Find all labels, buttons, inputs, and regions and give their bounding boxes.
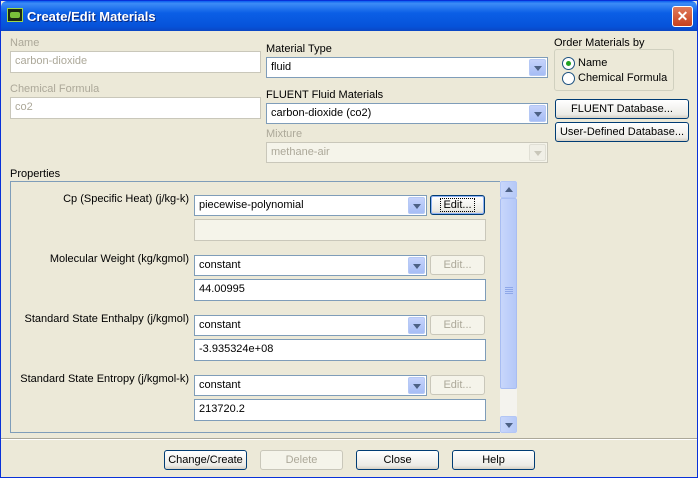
fluent-fluid-materials-label: FLUENT Fluid Materials xyxy=(266,89,384,101)
chevron-down-icon[interactable] xyxy=(529,144,546,161)
property-label: Standard State Entropy (j/kgmol-k) xyxy=(20,373,189,385)
properties-panel: Cp (Specific Heat) (j/kg-k) piecewise-po… xyxy=(10,181,516,433)
cp-method-value: piecewise-polynomial xyxy=(199,199,304,211)
enthalpy-field[interactable]: -3.935324e+08 xyxy=(194,339,486,361)
enthalpy-edit-button[interactable]: Edit... xyxy=(430,315,485,335)
material-type-value: fluid xyxy=(271,61,292,73)
molecular-weight-method-value: constant xyxy=(199,259,241,271)
scroll-up-icon[interactable] xyxy=(500,181,517,198)
order-by-formula-radio[interactable] xyxy=(562,72,575,85)
chevron-down-icon[interactable] xyxy=(408,197,425,214)
change-create-button[interactable]: Change/Create xyxy=(164,450,247,470)
order-materials-by-label: Order Materials by xyxy=(554,37,645,49)
molecular-weight-method-select[interactable]: constant xyxy=(194,255,427,276)
mixture-select[interactable]: methane-air xyxy=(266,142,548,163)
close-window-button[interactable]: ✕ xyxy=(672,6,693,27)
user-defined-database-button[interactable]: User-Defined Database... xyxy=(555,122,689,142)
molecular-weight-edit-button[interactable]: Edit... xyxy=(430,255,485,275)
mixture-label: Mixture xyxy=(266,128,303,140)
fluent-database-button[interactable]: FLUENT Database... xyxy=(555,99,689,119)
properties-label: Properties xyxy=(10,168,61,180)
enthalpy-method-select[interactable]: constant xyxy=(194,315,427,336)
entropy-method-value: constant xyxy=(199,379,241,391)
property-label: Molecular Weight (kg/kgmol) xyxy=(49,253,189,265)
name-label: Name xyxy=(10,37,40,49)
cp-method-select[interactable]: piecewise-polynomial xyxy=(194,195,427,216)
entropy-edit-button[interactable]: Edit... xyxy=(430,375,485,395)
chevron-down-icon[interactable] xyxy=(408,377,425,394)
chevron-down-icon[interactable] xyxy=(529,59,546,76)
scroll-down-icon[interactable] xyxy=(500,416,517,433)
properties-scrollbar[interactable] xyxy=(500,181,517,433)
entropy-method-select[interactable]: constant xyxy=(194,375,427,396)
scrollbar-thumb[interactable] xyxy=(500,198,517,389)
cp-value-field[interactable] xyxy=(194,219,486,241)
fluent-fluid-materials-value: carbon-dioxide (co2) xyxy=(271,107,372,119)
order-by-name-radio[interactable] xyxy=(562,57,575,70)
delete-button[interactable]: Delete xyxy=(260,450,343,470)
mixture-value: methane-air xyxy=(271,146,330,158)
property-label: Standard State Enthalpy (j/kgmol) xyxy=(24,313,189,325)
cp-edit-label: Edit... xyxy=(440,198,475,212)
fluent-fluid-materials-select[interactable]: carbon-dioxide (co2) xyxy=(266,103,548,124)
order-materials-by-group xyxy=(554,49,674,91)
enthalpy-method-value: constant xyxy=(199,319,241,331)
chemical-formula-label: Chemical Formula xyxy=(10,83,100,95)
create-edit-materials-dialog: Create/Edit Materials ✕ Name carbon-diox… xyxy=(0,0,698,478)
cp-edit-button[interactable]: Edit... xyxy=(430,195,485,215)
title-bar[interactable]: Create/Edit Materials ✕ xyxy=(1,1,697,31)
chevron-down-icon[interactable] xyxy=(408,317,425,334)
window-title: Create/Edit Materials xyxy=(27,9,156,24)
close-button[interactable]: Close xyxy=(356,450,439,470)
chevron-down-icon[interactable] xyxy=(408,257,425,274)
molecular-weight-field[interactable]: 44.00995 xyxy=(194,279,486,301)
footer-separator xyxy=(1,438,697,440)
chevron-down-icon[interactable] xyxy=(529,105,546,122)
help-button[interactable]: Help xyxy=(452,450,535,470)
app-icon xyxy=(7,8,23,22)
property-label: Cp (Specific Heat) (j/kg-k) xyxy=(63,193,189,205)
name-field[interactable]: carbon-dioxide xyxy=(10,51,261,73)
material-type-label: Material Type xyxy=(266,43,332,55)
chemical-formula-field[interactable]: co2 xyxy=(10,97,261,119)
order-by-formula-label[interactable]: Chemical Formula xyxy=(578,72,667,84)
entropy-field[interactable]: 213720.2 xyxy=(194,399,486,421)
order-by-name-label[interactable]: Name xyxy=(578,57,607,69)
material-type-select[interactable]: fluid xyxy=(266,57,548,78)
